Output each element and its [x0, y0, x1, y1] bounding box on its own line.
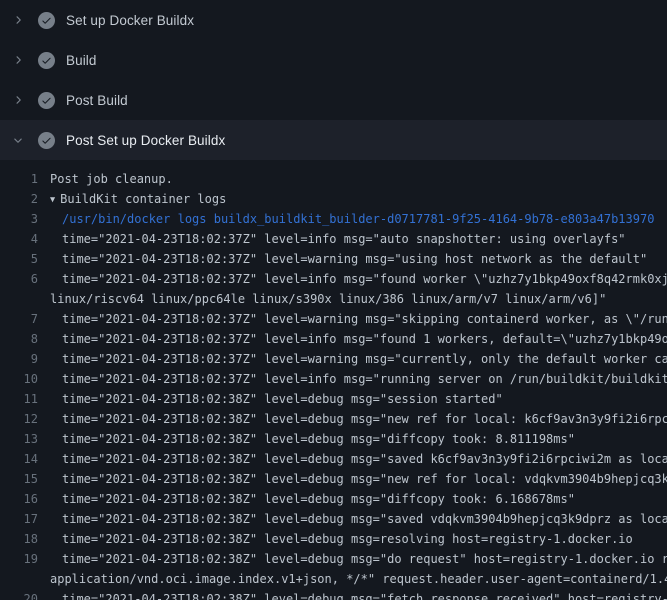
- log-line: 11 time="2021-04-23T18:02:38Z" level=deb…: [0, 389, 667, 409]
- log-line-text: Post job cleanup.: [50, 169, 173, 189]
- log-line: 12 time="2021-04-23T18:02:38Z" level=deb…: [0, 409, 667, 429]
- chevron-right-icon[interactable]: [12, 94, 24, 106]
- line-number[interactable]: 11: [0, 389, 38, 409]
- log-line: 3 /usr/bin/docker logs buildx_buildkit_b…: [0, 209, 667, 229]
- log-line-text: time="2021-04-23T18:02:38Z" level=debug …: [62, 429, 575, 449]
- log-line: 5 time="2021-04-23T18:02:37Z" level=warn…: [0, 249, 667, 269]
- log-line-text: /usr/bin/docker logs buildx_buildkit_bui…: [62, 209, 654, 229]
- log-line: 15 time="2021-04-23T18:02:38Z" level=deb…: [0, 469, 667, 489]
- line-number[interactable]: 5: [0, 249, 38, 269]
- log-line-text: time="2021-04-23T18:02:38Z" level=debug …: [62, 449, 667, 469]
- chevron-right-icon[interactable]: [12, 14, 24, 26]
- log-line: 13 time="2021-04-23T18:02:38Z" level=deb…: [0, 429, 667, 449]
- workflow-log-panel: Set up Docker Buildx Build Post Build: [0, 0, 667, 600]
- log-output: 1 Post job cleanup. 2 ▼ BuildKit containe…: [0, 160, 667, 600]
- log-line-text: time="2021-04-23T18:02:37Z" level=info m…: [62, 269, 667, 289]
- log-line-text: time="2021-04-23T18:02:38Z" level=debug …: [62, 409, 667, 429]
- log-line: 7 time="2021-04-23T18:02:37Z" level=warn…: [0, 309, 667, 329]
- group-label[interactable]: BuildKit container logs: [60, 192, 226, 206]
- log-line-text: time="2021-04-23T18:02:37Z" level=info m…: [62, 229, 626, 249]
- chevron-down-icon[interactable]: [12, 134, 24, 146]
- line-number[interactable]: 18: [0, 529, 38, 549]
- log-line: 14 time="2021-04-23T18:02:38Z" level=deb…: [0, 449, 667, 469]
- log-line: 17 time="2021-04-23T18:02:38Z" level=deb…: [0, 509, 667, 529]
- log-line: 4 time="2021-04-23T18:02:37Z" level=info…: [0, 229, 667, 249]
- log-line: 10 time="2021-04-23T18:02:37Z" level=inf…: [0, 369, 667, 389]
- step-label: Build: [66, 53, 97, 68]
- step-header-post-build[interactable]: Post Build: [0, 80, 667, 120]
- chevron-right-icon[interactable]: [12, 54, 24, 66]
- line-number[interactable]: 20: [0, 589, 38, 600]
- log-line-text: time="2021-04-23T18:02:37Z" level=info m…: [62, 329, 667, 349]
- line-number[interactable]: 4: [0, 229, 38, 249]
- disclosure-triangle-icon[interactable]: ▼: [50, 190, 55, 210]
- log-line-text: linux/riscv64 linux/ppc64le linux/s390x …: [50, 289, 606, 309]
- steps-list: Set up Docker Buildx Build Post Build: [0, 0, 667, 160]
- log-line: 6 time="2021-04-23T18:02:37Z" level=info…: [0, 269, 667, 289]
- log-line: 2 ▼ BuildKit container logs: [0, 189, 667, 209]
- line-number[interactable]: 16: [0, 489, 38, 509]
- line-number[interactable]: 12: [0, 409, 38, 429]
- log-line-text: time="2021-04-23T18:02:38Z" level=debug …: [62, 389, 503, 409]
- line-number[interactable]: 19: [0, 549, 38, 569]
- log-line: 19 time="2021-04-23T18:02:38Z" level=deb…: [0, 549, 667, 569]
- log-line: application/vnd.oci.image.index.v1+json,…: [0, 569, 667, 589]
- log-line: 1 Post job cleanup.: [0, 169, 667, 189]
- line-number: [0, 569, 38, 589]
- log-line-text: time="2021-04-23T18:02:38Z" level=debug …: [62, 469, 667, 489]
- log-line: 20 time="2021-04-23T18:02:38Z" level=deb…: [0, 589, 667, 600]
- log-line-text: time="2021-04-23T18:02:38Z" level=debug …: [62, 549, 667, 569]
- check-circle-icon: [38, 132, 55, 149]
- step-header-set-up-docker-buildx[interactable]: Set up Docker Buildx: [0, 0, 667, 40]
- line-number[interactable]: 9: [0, 349, 38, 369]
- log-line: 18 time="2021-04-23T18:02:38Z" level=deb…: [0, 529, 667, 549]
- line-number[interactable]: 2: [0, 189, 38, 209]
- log-line: linux/riscv64 linux/ppc64le linux/s390x …: [0, 289, 667, 309]
- check-circle-icon: [38, 92, 55, 109]
- check-circle-icon: [38, 12, 55, 29]
- line-number[interactable]: 1: [0, 169, 38, 189]
- log-line-text: time="2021-04-23T18:02:38Z" level=debug …: [62, 529, 633, 549]
- log-line: 8 time="2021-04-23T18:02:37Z" level=info…: [0, 329, 667, 349]
- log-line-text: ▼ BuildKit container logs: [50, 189, 226, 209]
- log-line-text: time="2021-04-23T18:02:37Z" level=warnin…: [62, 349, 667, 369]
- log-line: 16 time="2021-04-23T18:02:38Z" level=deb…: [0, 489, 667, 509]
- step-header-build[interactable]: Build: [0, 40, 667, 80]
- line-number: [0, 289, 38, 309]
- line-number[interactable]: 17: [0, 509, 38, 529]
- line-number[interactable]: 14: [0, 449, 38, 469]
- log-line-text: time="2021-04-23T18:02:38Z" level=debug …: [62, 489, 575, 509]
- line-number[interactable]: 8: [0, 329, 38, 349]
- check-circle-icon: [38, 52, 55, 69]
- log-line-text: time="2021-04-23T18:02:37Z" level=warnin…: [62, 309, 667, 329]
- log-line: 9 time="2021-04-23T18:02:37Z" level=warn…: [0, 349, 667, 369]
- line-number[interactable]: 3: [0, 209, 38, 229]
- log-line-text: application/vnd.oci.image.index.v1+json,…: [50, 569, 667, 589]
- step-label: Post Set up Docker Buildx: [66, 133, 225, 148]
- step-header-post-set-up-docker-buildx[interactable]: Post Set up Docker Buildx: [0, 120, 667, 160]
- line-number[interactable]: 6: [0, 269, 38, 289]
- step-label: Post Build: [66, 93, 128, 108]
- line-number[interactable]: 7: [0, 309, 38, 329]
- log-line-text: time="2021-04-23T18:02:38Z" level=debug …: [62, 589, 667, 600]
- line-number[interactable]: 13: [0, 429, 38, 449]
- step-label: Set up Docker Buildx: [66, 13, 194, 28]
- line-number[interactable]: 10: [0, 369, 38, 389]
- log-line-text: time="2021-04-23T18:02:38Z" level=debug …: [62, 509, 667, 529]
- log-line-text: time="2021-04-23T18:02:37Z" level=info m…: [62, 369, 667, 389]
- log-line-text: time="2021-04-23T18:02:37Z" level=warnin…: [62, 249, 647, 269]
- line-number[interactable]: 15: [0, 469, 38, 489]
